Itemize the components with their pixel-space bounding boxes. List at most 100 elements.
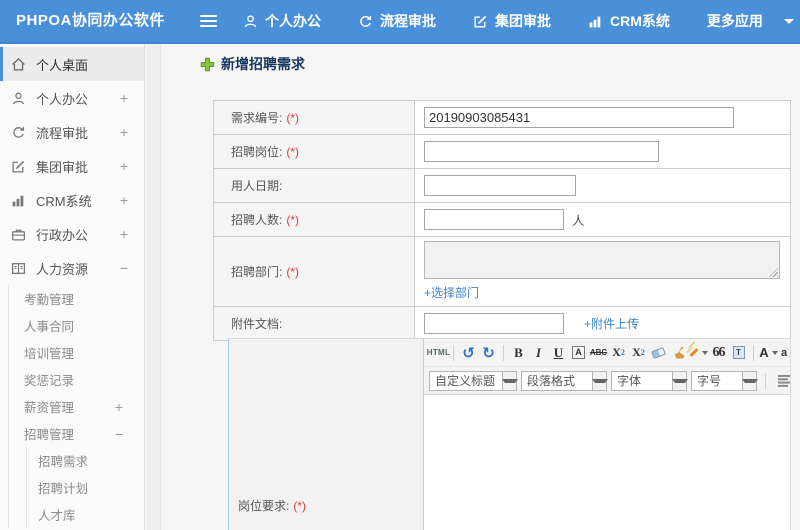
edit-icon: [11, 158, 27, 174]
unit-suffix: 人: [572, 214, 585, 228]
caret-down-icon[interactable]: [783, 18, 794, 24]
select-department-link[interactable]: +选择部门: [424, 284, 479, 301]
sidebar-item-hr[interactable]: 人力资源 −: [0, 251, 144, 285]
font-size-select[interactable]: 字号: [691, 370, 758, 391]
nav-workflow-approval[interactable]: 流程审批: [358, 11, 436, 31]
briefcase-icon: [11, 226, 27, 242]
sidebar-item-label: 人才库: [38, 509, 76, 523]
expand-icon[interactable]: +: [120, 192, 128, 208]
caret-down-icon: [591, 371, 608, 390]
nav-more-apps[interactable]: 更多应用: [707, 11, 763, 31]
expand-icon[interactable]: +: [120, 226, 128, 242]
nav-group-approval[interactable]: 集团审批: [473, 11, 551, 31]
sidebar-item-talent-pool[interactable]: 人才库: [27, 501, 144, 528]
required-mark: (*): [286, 212, 300, 227]
field-label: 招聘人数:: [231, 213, 283, 227]
expand-icon[interactable]: +: [115, 399, 123, 415]
expand-icon[interactable]: +: [120, 158, 128, 174]
sidebar: 个人桌面 个人办公 + 流程审批 + 集团审批 + CRM系统 + 行政办公 +…: [0, 44, 145, 530]
department-textarea[interactable]: [424, 241, 780, 279]
sidebar-scrollbar[interactable]: [146, 44, 161, 530]
app-logo[interactable]: PHPOA协同办公软件: [16, 0, 165, 42]
menu-toggle-icon[interactable]: [200, 15, 217, 27]
source-code-button[interactable]: HTML: [427, 342, 450, 364]
font-color-button[interactable]: A: [759, 342, 778, 364]
sidebar-item-label: 培训管理: [24, 347, 75, 361]
field-label: 招聘岗位:: [231, 145, 283, 159]
position-input[interactable]: [424, 141, 659, 162]
nav-label: 集团审批: [495, 13, 551, 29]
sidebar-item-hr-contract[interactable]: 人事合同: [9, 312, 144, 339]
field-label: 岗位要求:: [238, 499, 290, 513]
user-icon: [11, 90, 27, 106]
strikethrough-button[interactable]: ABC: [589, 342, 608, 364]
sidebar-item-recruit-plan[interactable]: 招聘计划: [27, 474, 144, 501]
nav-label: 个人办公: [265, 13, 321, 29]
blockquote-button[interactable]: 66: [709, 342, 728, 364]
sidebar-item-rewards[interactable]: 奖惩记录: [9, 366, 144, 393]
underline-button[interactable]: U: [549, 342, 568, 364]
sidebar-item-workflow-approval[interactable]: 流程审批 +: [0, 115, 144, 149]
magic-format-button[interactable]: [689, 342, 708, 364]
eraser-icon: [651, 346, 666, 359]
bar-chart-icon: [11, 192, 27, 208]
attachment-input[interactable]: [424, 313, 564, 334]
page-title: 新增招聘需求: [221, 56, 305, 72]
format-brush-button[interactable]: [669, 342, 688, 364]
sidebar-item-admin-office[interactable]: 行政办公 +: [0, 217, 144, 251]
editor-content[interactable]: [424, 395, 790, 530]
form-row: 招聘岗位: (*): [214, 135, 790, 169]
sidebar-item-recruitment[interactable]: 招聘管理 −: [9, 420, 144, 447]
home-icon: [11, 56, 27, 72]
attachment-upload-link[interactable]: +附件上传: [584, 315, 639, 332]
sidebar-item-salary[interactable]: 薪资管理 +: [9, 393, 144, 420]
custom-title-select[interactable]: 自定义标题: [429, 370, 518, 391]
eraser-button[interactable]: [649, 342, 668, 364]
sidebar-item-label: 流程审批: [36, 125, 89, 141]
remove-format-button[interactable]: A: [569, 342, 588, 364]
paste-button[interactable]: T: [729, 342, 748, 364]
headcount-input[interactable]: [424, 209, 564, 230]
sidebar-item-recruit-request[interactable]: 招聘需求: [27, 447, 144, 474]
expand-icon[interactable]: +: [120, 124, 128, 140]
sidebar-item-crm[interactable]: CRM系统 +: [0, 183, 144, 217]
superscript-button[interactable]: X2: [609, 342, 628, 364]
nav-label: 更多应用: [706, 13, 763, 29]
align-left-button[interactable]: [776, 370, 790, 392]
background-color-button[interactable]: a: [779, 342, 790, 364]
sidebar-item-label: 行政办公: [36, 227, 89, 243]
nav-label: CRM系统: [610, 13, 670, 29]
recruitment-form: 需求编号:(*) 招聘岗位:(*) 用人日期: 招聘人数:(*) 人 招聘部门:…: [213, 100, 791, 341]
required-mark: (*): [286, 264, 300, 279]
caret-down-icon: [771, 350, 778, 355]
bold-button[interactable]: B: [509, 342, 528, 364]
sidebar-item-personal-office[interactable]: 个人办公 +: [0, 81, 144, 115]
sidebar-item-label: 集团审批: [36, 159, 89, 175]
required-mark: (*): [286, 110, 300, 125]
nav-crm[interactable]: CRM系统: [588, 11, 670, 31]
hire-date-input[interactable]: [424, 175, 576, 196]
italic-button[interactable]: I: [529, 342, 548, 364]
paragraph-format-select[interactable]: 段落格式: [521, 370, 608, 391]
sidebar-item-attendance[interactable]: 考勤管理: [9, 285, 144, 312]
expand-icon[interactable]: +: [120, 90, 128, 106]
top-bar: PHPOA协同办公软件 个人办公 流程审批 集团审批 CRM系统 更多应用: [0, 0, 800, 44]
redo-button[interactable]: ↻: [479, 342, 498, 364]
sidebar-item-personal-desktop[interactable]: 个人桌面: [0, 47, 144, 81]
subscript-button[interactable]: X2: [629, 342, 648, 364]
top-nav: 个人办公 流程审批 集团审批 CRM系统 更多应用: [243, 0, 794, 42]
sidebar-item-training[interactable]: 培训管理: [9, 339, 144, 366]
user-icon: [244, 14, 257, 27]
collapse-icon[interactable]: −: [120, 260, 128, 276]
bar-chart-icon: [589, 16, 601, 27]
nav-personal-office[interactable]: 个人办公: [243, 11, 321, 31]
workflow-icon: [360, 15, 372, 27]
sidebar-item-group-approval[interactable]: 集团审批 +: [0, 149, 144, 183]
font-family-select[interactable]: 字体: [611, 370, 688, 391]
sidebar-item-label: 考勤管理: [24, 293, 75, 307]
undo-button[interactable]: ↺: [459, 342, 478, 364]
collapse-icon[interactable]: −: [115, 426, 123, 442]
requirement-no-input[interactable]: [424, 107, 734, 128]
field-label: 附件文档:: [231, 317, 283, 331]
caret-down-icon: [501, 371, 518, 390]
